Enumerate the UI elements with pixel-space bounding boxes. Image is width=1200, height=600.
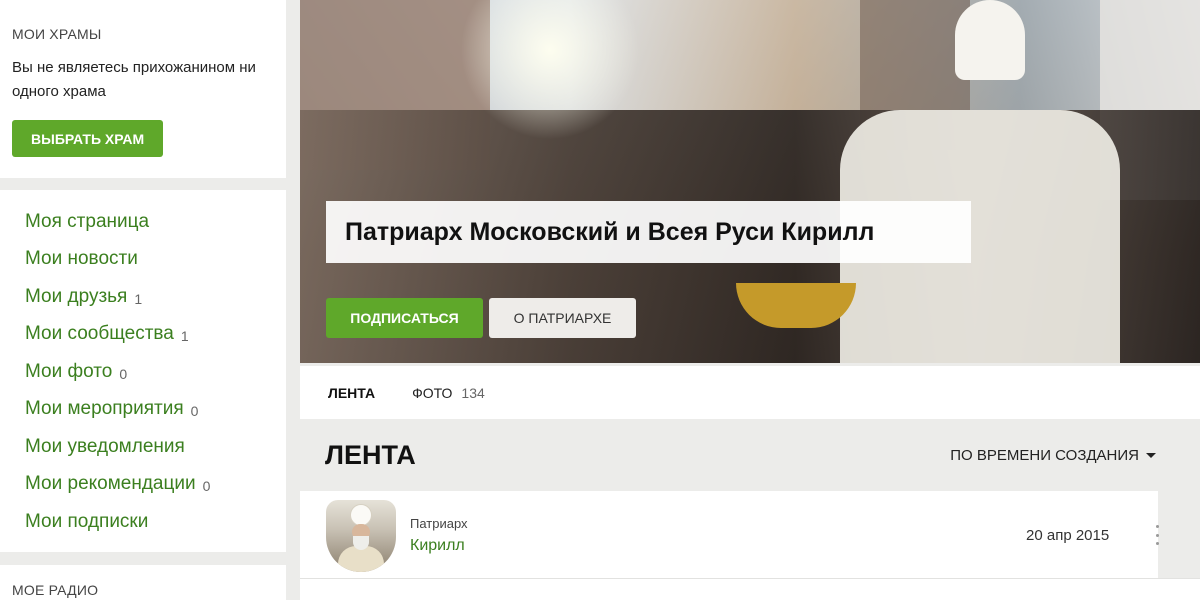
sidebar-item-my-page[interactable]: Моя страница (0, 203, 286, 241)
my-temples-title: МОИ ХРАМЫ (12, 26, 102, 42)
feed-post: Патриарх Кирилл 20 апр 2015 (300, 491, 1160, 578)
choose-temple-button[interactable]: ВЫБРАТЬ ХРАМ (12, 120, 164, 157)
sidebar-item-my-news[interactable]: Мои новости (0, 241, 286, 279)
dot (1155, 533, 1159, 537)
tab-label: ФОТО (412, 384, 453, 401)
post-date: 20 апр 2015 (1026, 527, 1110, 544)
sidebar-item-label: Моя страница (25, 210, 150, 232)
sidebar-item-my-events[interactable]: Мои мероприятия 0 (0, 391, 286, 429)
sidebar-item-count: 1 (180, 328, 189, 345)
dot (1155, 542, 1159, 545)
feed-post-next (300, 578, 1200, 600)
post-author-link[interactable]: Кирилл (410, 537, 465, 555)
profile-title: Патриарх Московский и Всея Руси Кирилл (345, 217, 875, 246)
sidebar-item-my-subscriptions[interactable]: Мои подписки (0, 503, 286, 541)
sidebar-item-count: 1 (134, 290, 143, 307)
more-options-icon[interactable] (1154, 525, 1160, 545)
sidebar-item-count: 0 (119, 365, 128, 382)
sort-label: ПО ВРЕМЕНИ СОЗДАНИЯ (950, 447, 1139, 464)
profile-tabs: ЛЕНТА ФОТО 134 (300, 366, 1200, 419)
profile-title-box: Патриарх Московский и Всея Руси Кирилл (326, 201, 971, 263)
my-temples-card: МОИ ХРАМЫ Вы не являетесь прихожанином н… (0, 0, 286, 178)
sidebar-item-label: Мои друзья (25, 285, 128, 307)
sort-dropdown[interactable]: ПО ВРЕМЕНИ СОЗДАНИЯ (950, 447, 1156, 464)
sidebar-item-my-recommendations[interactable]: Мои рекомендации 0 (0, 466, 286, 504)
sidebar-item-label: Мои мероприятия (25, 398, 184, 420)
dot (1155, 525, 1159, 528)
sidebar-item-count: 0 (202, 478, 211, 495)
my-temples-text: Вы не являетесь прихожанином ни одного х… (12, 59, 256, 100)
sidebar-item-my-friends[interactable]: Мои друзья 1 (0, 278, 286, 316)
tab-photos[interactable]: ФОТО 134 (412, 385, 485, 401)
feed-title: ЛЕНТА (325, 440, 416, 470)
tab-feed[interactable]: ЛЕНТА (328, 385, 375, 401)
sidebar-item-my-notifications[interactable]: Мои уведомления (0, 428, 286, 466)
sidebar-item-label: Мои рекомендации (25, 473, 196, 495)
tab-count: 134 (461, 384, 485, 401)
sidebar-item-my-photos[interactable]: Мои фото 0 (0, 353, 286, 391)
tab-label: ЛЕНТА (328, 384, 376, 401)
avatar-hat (350, 504, 372, 526)
caret-down-icon (1146, 453, 1156, 458)
cover-image: Патриарх Московский и Всея Руси Кирилл П… (300, 0, 1200, 363)
avatar[interactable] (326, 500, 396, 572)
sidebar-item-label: Мои подписки (25, 510, 149, 532)
post-author-title: Патриарх (410, 516, 468, 531)
sidebar-item-label: Мои уведомления (25, 435, 185, 457)
subscribe-button[interactable]: ПОДПИСАТЬСЯ (326, 298, 483, 338)
my-radio-card: МОЕ РАДИО (0, 565, 286, 600)
sidebar-item-my-communities[interactable]: Мои сообщества 1 (0, 316, 286, 354)
sidebar-item-count: 0 (190, 403, 199, 420)
sidebar-nav: Моя страница Мои новости Мои друзья 1 Мо… (0, 190, 286, 552)
cover-hat (955, 0, 1025, 80)
my-radio-title: МОЕ РАДИО (12, 582, 99, 598)
sidebar-item-label: Мои фото (25, 360, 113, 382)
sidebar-item-label: Мои новости (25, 248, 138, 270)
about-patriarch-button[interactable]: О ПАТРИАРХЕ (489, 298, 636, 338)
sidebar-item-label: Мои сообщества (25, 323, 174, 345)
sidebar: МОИ ХРАМЫ Вы не являетесь прихожанином н… (0, 0, 286, 178)
